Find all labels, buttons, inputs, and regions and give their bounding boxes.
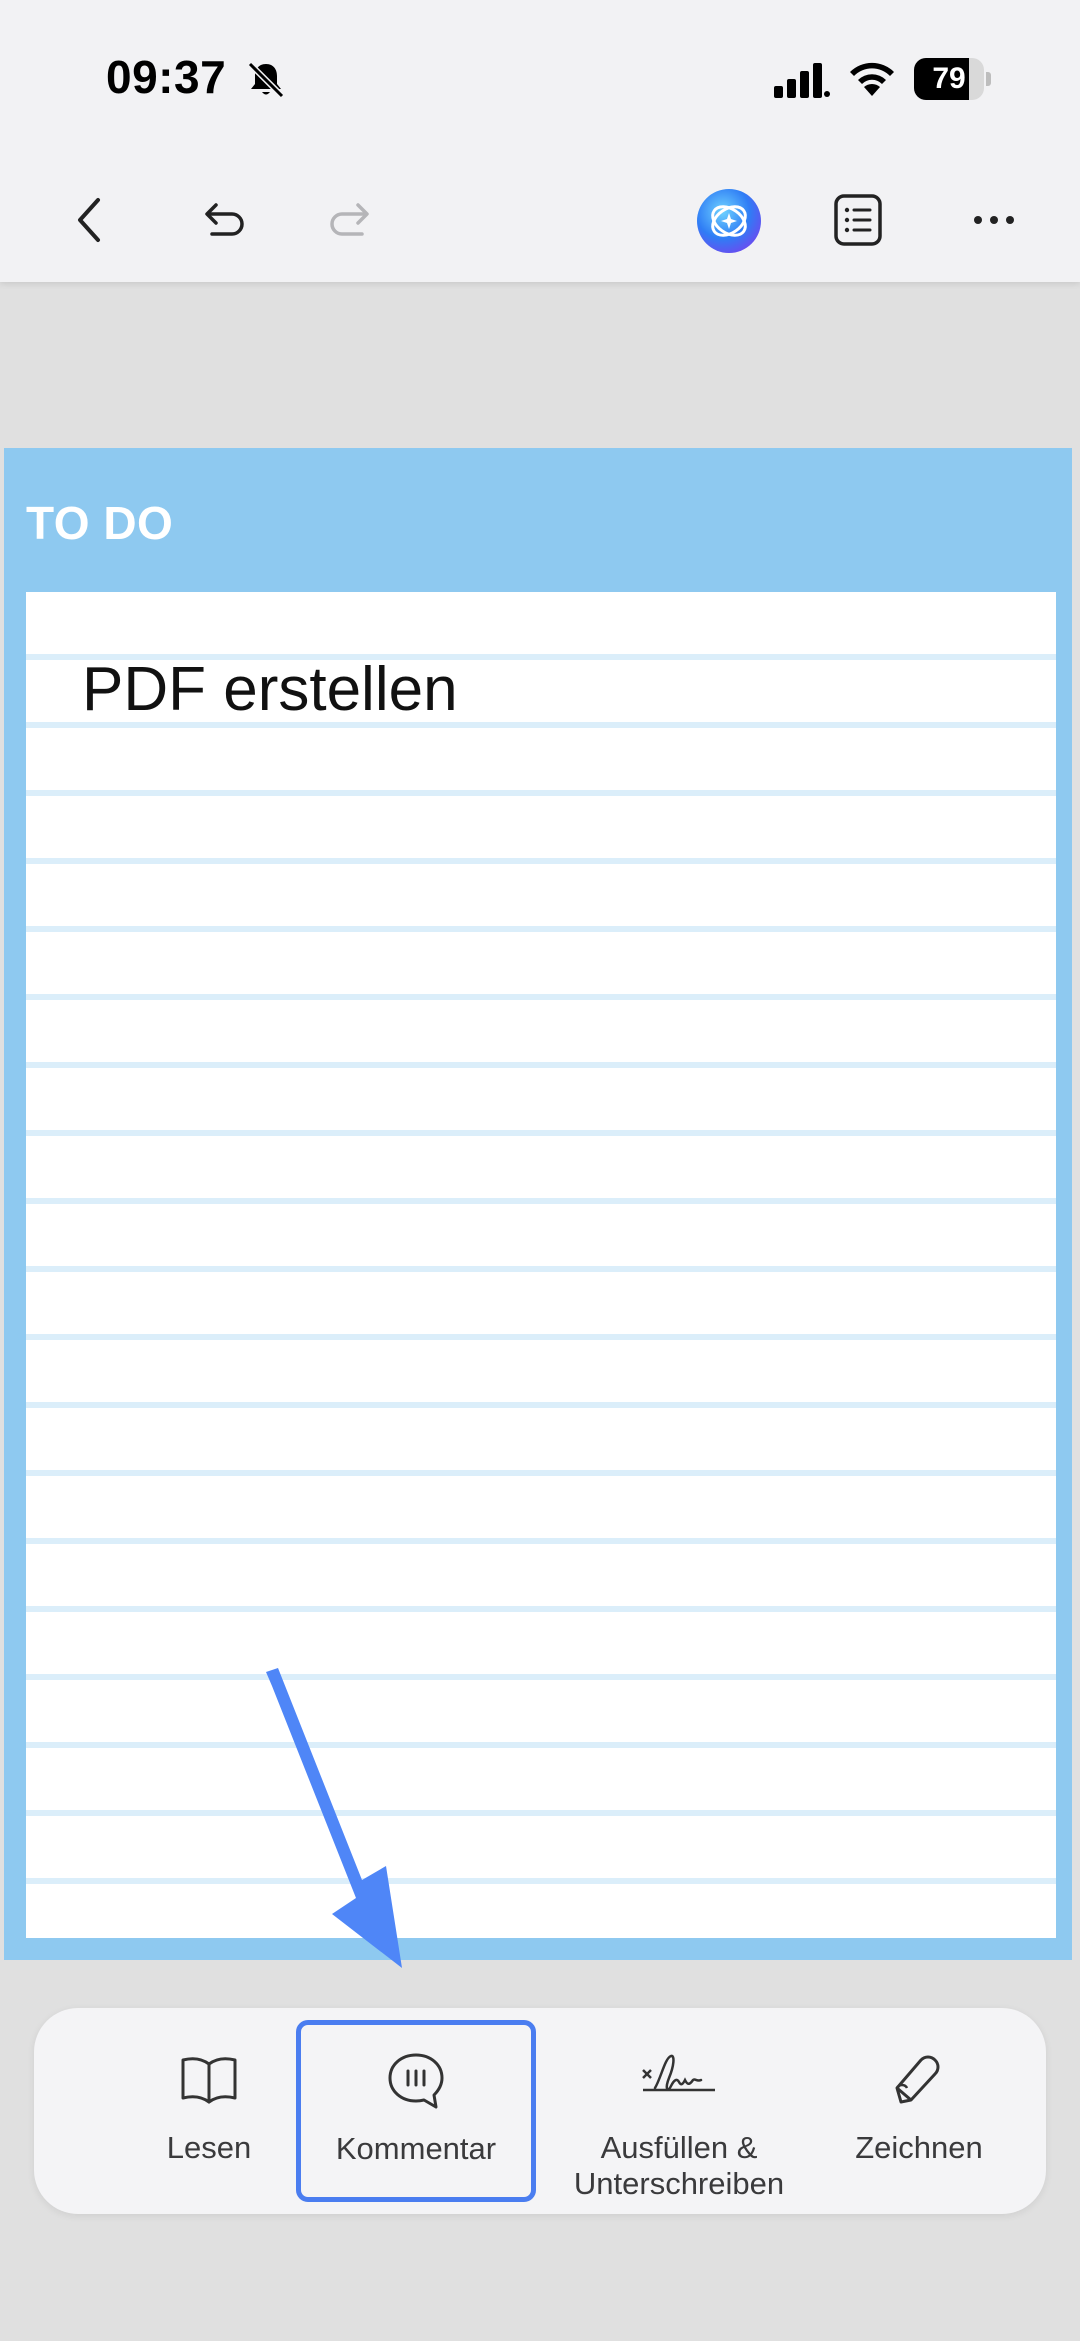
comment-icon <box>388 2053 444 2109</box>
pen-icon <box>895 2055 940 2104</box>
outline-button[interactable] <box>826 188 890 252</box>
lined-note-sheet[interactable]: PDF erstellen <box>26 592 1056 1938</box>
tab-kommentar[interactable]: Kommentar <box>296 2020 536 2202</box>
status-time: 09:37 <box>106 51 227 103</box>
tab-label-zeichnen: Zeichnen <box>855 2130 983 2165</box>
tab-ausfuellen-unterschreiben[interactable]: Ausfüllen & Unterschreiben <box>534 2008 824 2214</box>
battery-indicator: 79 <box>914 58 992 100</box>
bell-muted-icon <box>247 61 285 99</box>
redo-icon <box>330 203 369 236</box>
app-header: 09:37 79 <box>0 0 1080 282</box>
ai-assistant-icon <box>697 189 761 253</box>
pointer-arrow-icon <box>266 1668 402 1968</box>
list-icon <box>834 194 882 246</box>
undo-button[interactable] <box>188 188 252 252</box>
ai-assistant-button[interactable] <box>694 186 764 256</box>
cellular-signal-icon <box>774 63 830 98</box>
back-button[interactable] <box>58 188 122 252</box>
tab-lesen[interactable]: Lesen <box>94 2008 324 2214</box>
battery-body: 79 <box>914 58 984 100</box>
battery-percent: 79 <box>932 62 966 95</box>
tab-label-kommentar: Kommentar <box>335 2131 497 2166</box>
tab-label-lesen: Lesen <box>166 2130 252 2165</box>
battery-cap <box>986 72 991 86</box>
undo-icon <box>205 203 244 236</box>
book-icon <box>181 2057 237 2104</box>
document-title: TO DO <box>26 497 174 549</box>
mode-tab-bar: Lesen Kommentar Ausfüllen & Unterschreib… <box>34 2008 1046 2214</box>
document-page[interactable]: TO DO PDF erstellen <box>4 448 1072 1960</box>
more-button[interactable] <box>962 188 1026 252</box>
tab-label-ausfuellen: Ausfüllen & Unterschreiben <box>574 2130 784 2202</box>
wifi-icon <box>850 62 894 96</box>
back-chevron-icon <box>78 198 100 242</box>
note-text: PDF erstellen <box>82 655 458 724</box>
signature-icon <box>642 2054 715 2092</box>
tab-zeichnen[interactable]: Zeichnen <box>804 2008 1034 2214</box>
tab-label-ausfuellen-line2: Unterschreiben <box>573 2166 785 2201</box>
redo-button[interactable] <box>322 188 386 252</box>
more-icon <box>974 216 1014 224</box>
tab-label-ausfuellen-line1: Ausfüllen & <box>600 2130 758 2165</box>
